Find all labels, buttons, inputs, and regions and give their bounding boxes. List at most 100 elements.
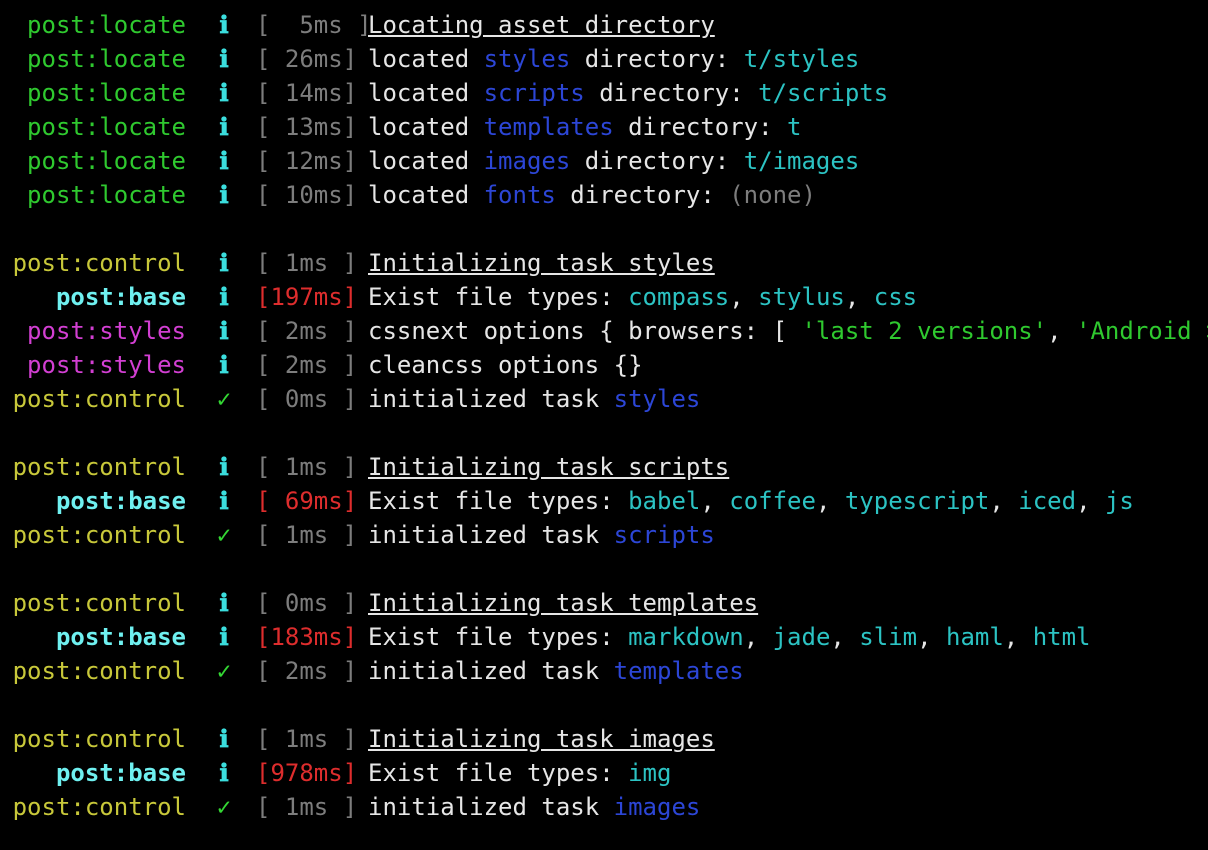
log-namespace: post:locate (27, 79, 186, 107)
log-message: Initializing task styles (368, 246, 715, 280)
log-message-segment: initialized task (368, 793, 614, 821)
log-message-segment: 'last 2 versions' (801, 317, 1048, 345)
info-icon: ℹ (219, 181, 229, 209)
log-message-segment: initialized task (368, 521, 614, 549)
log-namespace: post:control (12, 657, 186, 685)
log-message-segment: js (1104, 487, 1134, 515)
log-message-segment: located (368, 113, 484, 141)
log-message-segment: , (989, 487, 1019, 515)
log-message-segment: babel (628, 487, 701, 515)
log-line: post:control ℹ [ 1ms ] Initializing task im… (0, 722, 1208, 756)
info-icon: ℹ (219, 453, 229, 481)
log-message-segment: Locating asset directory (368, 11, 715, 39)
log-namespace: post:locate (27, 147, 186, 175)
log-message-segment: styles (483, 45, 571, 73)
log-namespace: post:locate (27, 11, 186, 39)
log-namespace: post:control (12, 589, 186, 617)
log-line: post:base ℹ [ 69ms] Exist file types: babel… (0, 484, 1208, 518)
log-elapsed-time: [ 1ms ] (256, 793, 358, 821)
log-message-segment: images (613, 793, 701, 821)
log-message-segment: img (628, 759, 672, 787)
log-message: Initializing task scripts (368, 450, 729, 484)
log-message-segment: directory: (584, 79, 759, 107)
log-elapsed-time: [197ms] (256, 283, 358, 311)
log-message: initialized task styles (368, 382, 700, 416)
log-message-segment: directory: (570, 45, 744, 73)
log-message-segment: 'Android >= (1076, 317, 1208, 345)
log-message: located fonts directory: (none) (368, 178, 816, 212)
log-message-segment: directory: (613, 113, 788, 141)
log-message-segment: cssnext options { browsers: [ (368, 317, 802, 345)
log-message-segment: coffee (729, 487, 816, 515)
log-message-segment: scripts (483, 79, 585, 107)
log-line: post:base ℹ [183ms] Exist file types: markd… (0, 620, 1208, 654)
log-elapsed-time: [ 2ms ] (256, 351, 358, 379)
log-namespace: post:base (55, 623, 186, 651)
info-icon: ℹ (219, 11, 229, 39)
log-message-segment: , (700, 487, 730, 515)
log-namespace: post:base (55, 759, 186, 787)
terminal-output: post:locate ℹ [ 5ms ] Locating asset direct… (0, 0, 1208, 850)
log-message-segment: , (729, 283, 759, 311)
log-message-segment: directory: (570, 147, 744, 175)
info-icon: ℹ (219, 623, 229, 651)
log-line: post:control ✓ [ 0ms ] initialized task sty… (0, 382, 1208, 416)
log-line: post:locate ℹ [ 10ms] located fonts directo… (0, 178, 1208, 212)
info-icon: ℹ (219, 317, 229, 345)
info-icon: ℹ (219, 351, 229, 379)
check-icon: ✓ (216, 657, 232, 685)
info-icon: ℹ (219, 589, 229, 617)
log-message-segment: directory: (555, 181, 730, 209)
log-line: post:control ℹ [ 0ms ] Initializing task te… (0, 586, 1208, 620)
log-message: initialized task templates (368, 654, 744, 688)
info-icon: ℹ (219, 249, 229, 277)
log-elapsed-time: [ 10ms] (256, 181, 358, 209)
log-line: post:control ✓ [ 2ms ] initialized task tem… (0, 654, 1208, 688)
log-line: post:locate ℹ [ 12ms] located images direct… (0, 144, 1208, 178)
log-line: post:base ℹ [978ms] Exist file types: img (0, 756, 1208, 790)
log-line: post:styles ℹ [ 2ms ] cssnext options { bro… (0, 314, 1208, 348)
log-message: located templates directory: t (368, 110, 801, 144)
log-namespace: post:locate (27, 113, 186, 141)
info-icon: ℹ (219, 113, 229, 141)
log-namespace: post:styles (27, 351, 186, 379)
log-line: post:locate ℹ [ 5ms ] Locating asset direct… (0, 8, 1208, 42)
log-message-segment: Exist file types: (368, 283, 629, 311)
log-line: post:locate ℹ [ 13ms] located templates dir… (0, 110, 1208, 144)
log-namespace: post:control (12, 385, 186, 413)
log-elapsed-time: [ 1ms ] (256, 453, 358, 481)
log-message-segment: initialized task (368, 385, 614, 413)
log-elapsed-time: [ 2ms ] (256, 317, 358, 345)
log-message-segment: , (1047, 317, 1077, 345)
log-message: cleancss options {} (368, 348, 643, 382)
log-message-segment: styles (613, 385, 701, 413)
log-message: Exist file types: img (368, 756, 671, 790)
log-message-segment: Initializing task images (368, 725, 715, 753)
log-message-segment: Exist file types: (368, 759, 629, 787)
log-namespace: post:base (55, 487, 186, 515)
check-icon: ✓ (216, 521, 232, 549)
log-message-segment: t/styles (743, 45, 860, 73)
log-message-segment: cleancss options {} (368, 351, 643, 379)
log-elapsed-time: [183ms] (256, 623, 358, 651)
log-message-segment: Exist file types: (368, 623, 629, 651)
log-message: Initializing task templates (368, 586, 758, 620)
log-message-segment: typescript (844, 487, 990, 515)
log-message-segment: Initializing task scripts (368, 453, 730, 481)
log-message: Initializing task images (368, 722, 715, 756)
log-message: Exist file types: compass, stylus, css (368, 280, 917, 314)
log-message-segment: css (873, 283, 918, 311)
check-icon: ✓ (216, 385, 232, 413)
log-message-segment: compass (628, 283, 730, 311)
log-line: post:styles ℹ [ 2ms ] cleancss options {} (0, 348, 1208, 382)
info-icon: ℹ (219, 487, 229, 515)
log-elapsed-time: [ 69ms] (256, 487, 358, 515)
log-elapsed-time: [ 14ms] (256, 79, 358, 107)
log-message-segment: , (917, 623, 946, 651)
log-namespace: post:locate (27, 45, 186, 73)
log-elapsed-time: [ 0ms ] (256, 589, 358, 617)
log-message-segment: (none) (729, 181, 816, 209)
info-icon: ℹ (219, 283, 229, 311)
log-elapsed-time: [ 2ms ] (256, 657, 358, 685)
info-icon: ℹ (219, 45, 229, 73)
